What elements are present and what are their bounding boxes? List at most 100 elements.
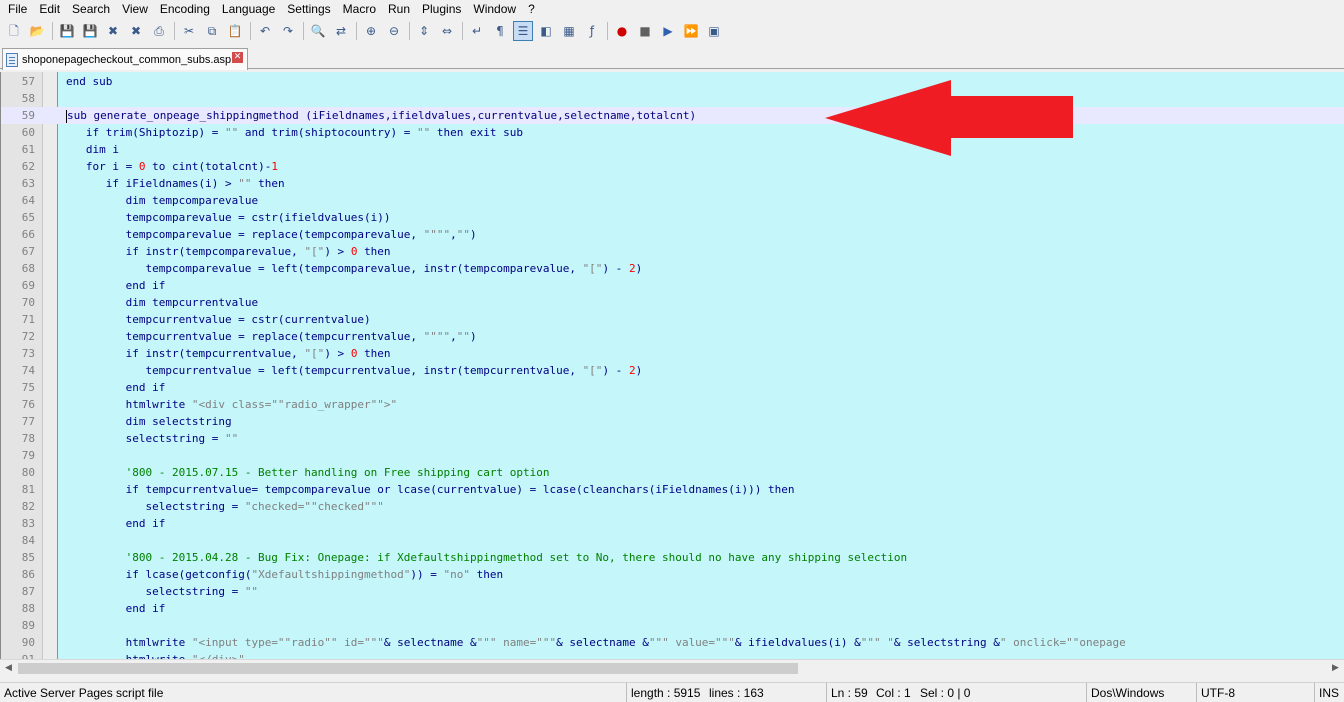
code-line[interactable]: 69 end if — [1, 277, 1344, 294]
new-file-icon[interactable]: 🗋 — [4, 21, 24, 41]
code-text[interactable]: dim tempcurrentvalue — [66, 294, 258, 311]
code-line[interactable]: 73 if instr(tempcurrentvalue, "[") > 0 t… — [1, 345, 1344, 362]
stop-macro-icon[interactable]: ■ — [635, 21, 655, 41]
code-text[interactable]: for i = 0 to cint(totalcnt)-1 — [66, 158, 278, 175]
code-text[interactable]: if trim(Shiptozip) = "" and trim(shiptoc… — [66, 124, 523, 141]
zoom-in-icon[interactable]: ⊕ — [361, 21, 381, 41]
sync-vertical-icon[interactable]: ⇕ — [414, 21, 434, 41]
menu-file[interactable]: File — [2, 0, 33, 18]
code-line[interactable]: 57 end sub — [1, 73, 1344, 90]
paste-icon[interactable]: 📋 — [225, 21, 245, 41]
menu-macro[interactable]: Macro — [337, 0, 382, 18]
code-line[interactable]: 87 selectstring = "" — [1, 583, 1344, 600]
code-text[interactable]: dim i — [66, 141, 119, 158]
code-text[interactable]: if tempcurrentvalue= tempcomparevalue or… — [66, 481, 795, 498]
code-text[interactable]: dim selectstring — [66, 413, 232, 430]
menu-search[interactable]: Search — [66, 0, 116, 18]
code-text[interactable]: if lcase(getconfig("Xdefaultshippingmeth… — [66, 566, 504, 583]
close-all-icon[interactable]: ✖ — [126, 21, 146, 41]
code-text[interactable]: if instr(tempcurrentvalue, "[") > 0 then — [66, 345, 391, 362]
code-text[interactable]: end sub — [66, 73, 112, 90]
code-line[interactable]: 60 if trim(Shiptozip) = "" and trim(ship… — [1, 124, 1344, 141]
print-icon[interactable]: ⎙ — [149, 21, 169, 41]
menu-encoding[interactable]: Encoding — [154, 0, 216, 18]
code-text[interactable]: '800 - 2015.04.28 - Bug Fix: Onepage: if… — [66, 549, 907, 566]
code-line[interactable]: 79 — [1, 447, 1344, 464]
code-text[interactable]: dim tempcomparevalue — [66, 192, 258, 209]
menu-window[interactable]: Window — [467, 0, 522, 18]
code-line[interactable]: 88 end if — [1, 600, 1344, 617]
code-line[interactable]: 72 tempcurrentvalue = replace(tempcurren… — [1, 328, 1344, 345]
scroll-right-icon[interactable]: ▶ — [1327, 660, 1344, 677]
save-icon[interactable]: 💾 — [57, 21, 77, 41]
function-list-icon[interactable]: ƒ — [582, 21, 602, 41]
undo-icon[interactable]: ↶ — [255, 21, 275, 41]
code-text[interactable]: sub generate_onpeage_shippingmethod (iFi… — [66, 107, 696, 124]
menu-plugins[interactable]: Plugins — [416, 0, 467, 18]
code-line[interactable]: 80 '800 - 2015.07.15 - Better handling o… — [1, 464, 1344, 481]
tab-shoponepagecheckout[interactable]: shoponepagecheckout_common_subs.asp ✕ — [2, 48, 248, 70]
menu-edit[interactable]: Edit — [33, 0, 66, 18]
code-text[interactable]: tempcurrentvalue = cstr(currentvalue) — [66, 311, 371, 328]
menu-language[interactable]: Language — [216, 0, 281, 18]
code-text[interactable]: selectstring = "" — [66, 583, 258, 600]
close-tab-icon[interactable]: ✕ — [232, 52, 243, 63]
save-all-icon[interactable]: 💾 — [80, 21, 100, 41]
scrollbar-thumb[interactable] — [18, 663, 798, 674]
doc-map-icon[interactable]: ▦ — [559, 21, 579, 41]
code-line[interactable]: 65 tempcomparevalue = cstr(ifieldvalues(… — [1, 209, 1344, 226]
code-line[interactable]: 91 htmlwrite "</div>" — [1, 651, 1344, 659]
code-line[interactable]: 82 selectstring = "checked=""checked""" — [1, 498, 1344, 515]
menu-view[interactable]: View — [116, 0, 154, 18]
code-text[interactable]: tempcomparevalue = left(tempcomparevalue… — [66, 260, 642, 277]
code-text[interactable]: tempcurrentvalue = replace(tempcurrentva… — [66, 328, 477, 345]
code-line[interactable]: 84 — [1, 532, 1344, 549]
code-line[interactable]: 85 '800 - 2015.04.28 - Bug Fix: Onepage:… — [1, 549, 1344, 566]
find-icon[interactable]: 🔍 — [308, 21, 328, 41]
code-line[interactable]: 78 selectstring = "" — [1, 430, 1344, 447]
scroll-left-icon[interactable]: ◀ — [0, 660, 17, 677]
sync-horizontal-icon[interactable]: ⇔ — [437, 21, 457, 41]
record-macro-icon[interactable]: ● — [612, 21, 632, 41]
code-line[interactable]: 75 end if — [1, 379, 1344, 396]
code-text[interactable]: selectstring = "" — [66, 430, 239, 447]
code-text[interactable]: tempcurrentvalue = left(tempcurrentvalue… — [66, 362, 642, 379]
code-text[interactable]: if instr(tempcomparevalue, "[") > 0 then — [66, 243, 391, 260]
code-line[interactable]: 66 tempcomparevalue = replace(tempcompar… — [1, 226, 1344, 243]
code-line[interactable]: 81 if tempcurrentvalue= tempcomparevalue… — [1, 481, 1344, 498]
menu-help[interactable]: ? — [522, 0, 541, 18]
code-line[interactable]: 67 if instr(tempcomparevalue, "[") > 0 t… — [1, 243, 1344, 260]
code-line[interactable]: 61 dim i — [1, 141, 1344, 158]
code-text[interactable]: end if — [66, 379, 166, 396]
code-text[interactable]: tempcomparevalue = replace(tempcompareva… — [66, 226, 477, 243]
code-line[interactable]: 90 htmlwrite "<input type=""radio"" id="… — [1, 634, 1344, 651]
code-text[interactable]: htmlwrite "<div class=""radio_wrapper"">… — [66, 396, 398, 413]
code-line[interactable]: 76 htmlwrite "<div class=""radio_wrapper… — [1, 396, 1344, 413]
run-macro-multiple-icon[interactable]: ⏩ — [681, 21, 701, 41]
code-line[interactable]: 58 — [1, 90, 1344, 107]
copy-icon[interactable]: ⧉ — [202, 21, 222, 41]
close-icon[interactable]: ✖ — [103, 21, 123, 41]
play-macro-icon[interactable]: ▶ — [658, 21, 678, 41]
code-line[interactable]: 63 if iFieldnames(i) > "" then — [1, 175, 1344, 192]
menu-run[interactable]: Run — [382, 0, 416, 18]
code-text[interactable]: tempcomparevalue = cstr(ifieldvalues(i)) — [66, 209, 391, 226]
code-text[interactable]: if iFieldnames(i) > "" then — [66, 175, 285, 192]
code-text[interactable]: selectstring = "checked=""checked""" — [66, 498, 383, 515]
code-line[interactable]: 86 if lcase(getconfig("Xdefaultshippingm… — [1, 566, 1344, 583]
replace-icon[interactable]: ⇄ — [331, 21, 351, 41]
code-line[interactable]: 59 sub generate_onpeage_shippingmethod (i… — [1, 107, 1344, 124]
open-icon[interactable]: 📂 — [27, 21, 47, 41]
redo-icon[interactable]: ↷ — [278, 21, 298, 41]
indent-guide-icon[interactable]: ☰ — [513, 21, 533, 41]
user-lang-icon[interactable]: ◧ — [536, 21, 556, 41]
code-line[interactable]: 89 — [1, 617, 1344, 634]
menu-settings[interactable]: Settings — [281, 0, 336, 18]
code-editor[interactable]: 57 end sub 58 59 sub generate_onpeage_shippi… — [0, 72, 1344, 659]
code-line[interactable]: 77 dim selectstring — [1, 413, 1344, 430]
code-text[interactable]: end if — [66, 277, 166, 294]
cut-icon[interactable]: ✂ — [179, 21, 199, 41]
save-macro-icon[interactable]: ▣ — [704, 21, 724, 41]
zoom-out-icon[interactable]: ⊖ — [384, 21, 404, 41]
show-all-chars-icon[interactable]: ¶ — [490, 21, 510, 41]
